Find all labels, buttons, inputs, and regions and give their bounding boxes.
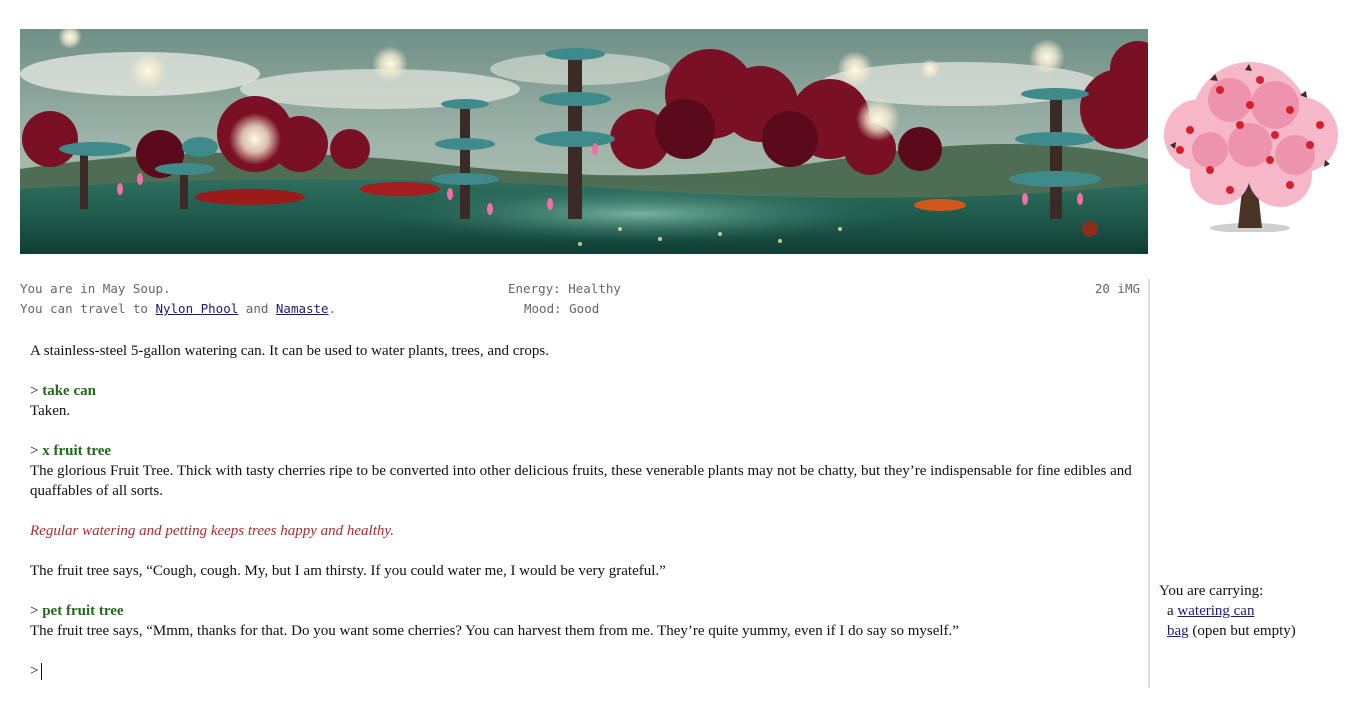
- travel-line: You can travel to Nylon Phool and Namast…: [20, 299, 336, 319]
- sidebar-divider: [1148, 279, 1150, 688]
- mood-value: Good: [569, 301, 600, 316]
- game-transcript: A stainless-steel 5-gallon watering can.…: [30, 341, 1135, 681]
- inventory-panel: You are carrying: a watering can bag (op…: [1159, 581, 1359, 641]
- response-text: The fruit tree says, “Mmm, thanks for th…: [30, 623, 959, 639]
- energy-status: Energy: Healthy: [508, 279, 621, 299]
- response-text: The glorious Fruit Tree. Thick with tast…: [30, 463, 1132, 499]
- command-line: > pet fruit tree: [30, 601, 1135, 621]
- prompt-symbol: >: [30, 603, 43, 619]
- location-line: You are in May Soup.: [20, 279, 171, 299]
- travel-suffix: .: [328, 301, 337, 316]
- prompt-symbol: >: [30, 443, 43, 459]
- exit-link-nylon-phool[interactable]: Nylon Phool: [155, 301, 238, 316]
- inventory-item: a watering can: [1159, 601, 1359, 621]
- energy-label: Energy:: [508, 281, 569, 296]
- inventory-item: bag (open but empty): [1159, 621, 1359, 641]
- input-prompt-symbol: >: [30, 663, 39, 679]
- mood-status: Mood: Good: [524, 299, 599, 319]
- location-prefix: You are in: [20, 281, 103, 296]
- exit-link-namaste[interactable]: Namaste: [276, 301, 329, 316]
- intro-text: A stainless-steel 5-gallon watering can.…: [30, 343, 550, 359]
- location-suffix: .: [163, 281, 171, 296]
- command-input[interactable]: >: [30, 661, 1135, 681]
- mood-label: Mood:: [524, 301, 570, 316]
- command-text: pet fruit tree: [42, 603, 124, 619]
- status-bar: You are in May Soup. You can travel to N…: [20, 279, 1148, 323]
- command-line: > x fruit tree: [30, 441, 1135, 461]
- inventory-heading: You are carrying:: [1159, 583, 1264, 599]
- energy-value: Healthy: [568, 281, 621, 296]
- prompt-symbol: >: [30, 383, 43, 399]
- location-name: May Soup: [102, 281, 164, 296]
- text-cursor: [41, 662, 43, 680]
- travel-prefix: You can travel to: [20, 301, 156, 316]
- tree-speech-text: The fruit tree says, “Cough, cough. My, …: [30, 563, 666, 579]
- command-text: take can: [42, 383, 96, 399]
- watering-can-link[interactable]: watering can: [1177, 603, 1254, 619]
- command-text: x fruit tree: [42, 443, 112, 459]
- location-banner-image: [20, 29, 1148, 254]
- fruit-tree-portrait-image: [1150, 50, 1348, 232]
- hint-text: Regular watering and petting keeps trees…: [30, 523, 394, 539]
- bag-link[interactable]: bag: [1167, 623, 1189, 639]
- response-text: Taken.: [30, 403, 71, 419]
- item-state: (open but empty): [1188, 623, 1296, 639]
- travel-and: and: [238, 301, 276, 316]
- item-article: a: [1167, 603, 1178, 619]
- money-counter: 20 iMG: [1094, 281, 1140, 296]
- command-line: > take can: [30, 381, 1135, 401]
